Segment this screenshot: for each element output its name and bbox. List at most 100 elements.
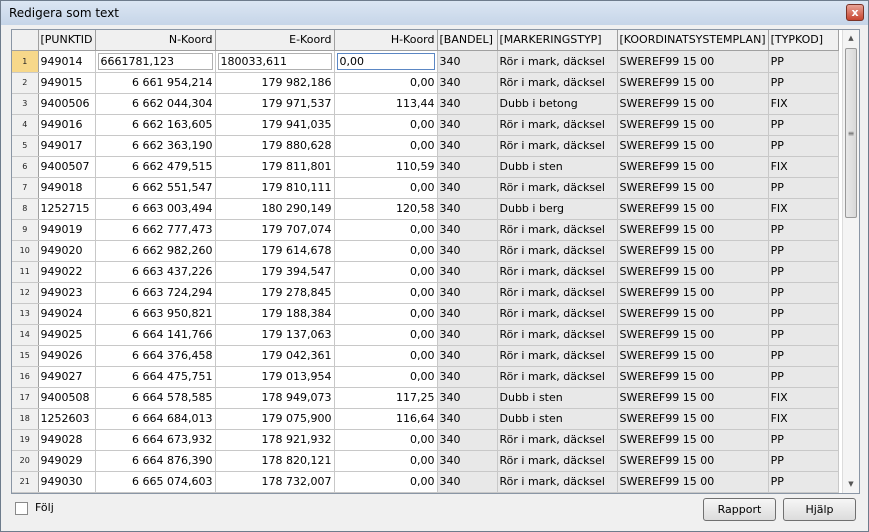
- cell-e-koord[interactable]: 180033,611: [215, 50, 335, 73]
- table-row[interactable]: 14 949025 6 664 141,766 179 137,063 0,00 340 R…: [12, 324, 839, 346]
- cell-punktid[interactable]: 949016: [38, 114, 96, 136]
- cell-h-koord[interactable]: 0,00: [334, 135, 438, 157]
- cell-typkod[interactable]: PP: [768, 219, 839, 241]
- row-number[interactable]: 11: [12, 261, 39, 283]
- cell-bandel[interactable]: 340: [437, 450, 498, 472]
- row-number[interactable]: 2: [12, 72, 39, 94]
- cell-markeringstyp[interactable]: Rör i mark, däcksel: [497, 72, 618, 94]
- cell-punktid[interactable]: 1252715: [38, 198, 96, 220]
- cell-n-koord[interactable]: 6 662 982,260: [95, 240, 216, 262]
- cell-markeringstyp[interactable]: Rör i mark, däcksel: [497, 471, 618, 493]
- cell-e-koord[interactable]: 180 290,149: [215, 198, 335, 220]
- cell-typkod[interactable]: FIX: [768, 387, 839, 409]
- cell-punktid[interactable]: 949022: [38, 261, 96, 283]
- table-row[interactable]: 18 1252603 6 664 684,013 179 075,900 116,64 3…: [12, 408, 839, 430]
- cell-h-koord[interactable]: 116,64: [334, 408, 438, 430]
- cell-markeringstyp[interactable]: Dubb i berg: [497, 198, 618, 220]
- cell-n-koord[interactable]: 6 662 777,473: [95, 219, 216, 241]
- cell-e-koord[interactable]: 179 013,954: [215, 366, 335, 388]
- table-row[interactable]: 13 949024 6 663 950,821 179 188,384 0,00 340 R…: [12, 303, 839, 325]
- cell-koordinatsystem[interactable]: SWEREF99 15 00: [617, 261, 769, 283]
- cell-n-koord[interactable]: 6 662 163,605: [95, 114, 216, 136]
- cell-punktid[interactable]: 9400507: [38, 156, 96, 178]
- cell-typkod[interactable]: PP: [768, 135, 839, 157]
- cell-koordinatsystem[interactable]: SWEREF99 15 00: [617, 135, 769, 157]
- row-number[interactable]: 9: [12, 219, 39, 241]
- table-row[interactable]: 7 949018 6 662 551,547 179 810,111 0,00 340 Rö…: [12, 177, 839, 199]
- cell-bandel[interactable]: 340: [437, 471, 498, 493]
- cell-markeringstyp[interactable]: Rör i mark, däcksel: [497, 114, 618, 136]
- cell-h-koord[interactable]: 0,00: [334, 345, 438, 367]
- row-number[interactable]: 12: [12, 282, 39, 304]
- cell-bandel[interactable]: 340: [437, 177, 498, 199]
- table-row[interactable]: 16 949027 6 664 475,751 179 013,954 0,00 340 R…: [12, 366, 839, 388]
- table-row[interactable]: 6 9400507 6 662 479,515 179 811,801 110,59 34…: [12, 156, 839, 178]
- cell-typkod[interactable]: PP: [768, 303, 839, 325]
- cell-n-koord[interactable]: 6 663 003,494: [95, 198, 216, 220]
- cell-markeringstyp[interactable]: Rör i mark, däcksel: [497, 324, 618, 346]
- cell-punktid[interactable]: 949029: [38, 450, 96, 472]
- cell-bandel[interactable]: 340: [437, 429, 498, 451]
- cell-bandel[interactable]: 340: [437, 135, 498, 157]
- row-number[interactable]: 5: [12, 135, 39, 157]
- cell-markeringstyp[interactable]: Rör i mark, däcksel: [497, 366, 618, 388]
- cell-bandel[interactable]: 340: [437, 156, 498, 178]
- cell-n-koord[interactable]: 6 665 074,603: [95, 471, 216, 493]
- table-row[interactable]: 10 949020 6 662 982,260 179 614,678 0,00 340 R…: [12, 240, 839, 262]
- cell-koordinatsystem[interactable]: SWEREF99 15 00: [617, 429, 769, 451]
- row-number[interactable]: 14: [12, 324, 39, 346]
- cell-markeringstyp[interactable]: Rör i mark, däcksel: [497, 219, 618, 241]
- cell-typkod[interactable]: PP: [768, 282, 839, 304]
- cell-punktid[interactable]: 949030: [38, 471, 96, 493]
- row-number[interactable]: 21: [12, 471, 39, 493]
- cell-typkod[interactable]: PP: [768, 50, 839, 73]
- cell-n-koord[interactable]: 6 662 363,190: [95, 135, 216, 157]
- table-row[interactable]: 20 949029 6 664 876,390 178 820,121 0,00 340 R…: [12, 450, 839, 472]
- cell-typkod[interactable]: PP: [768, 177, 839, 199]
- scroll-up-arrow-icon[interactable]: ▲: [843, 30, 859, 47]
- cell-punktid[interactable]: 949015: [38, 72, 96, 94]
- column-header-typkod[interactable]: [TYPKOD]: [768, 30, 839, 51]
- cell-h-koord[interactable]: 0,00: [334, 471, 438, 493]
- table-row[interactable]: 19 949028 6 664 673,932 178 921,932 0,00 340 R…: [12, 429, 839, 451]
- cell-e-koord[interactable]: 179 810,111: [215, 177, 335, 199]
- cell-bandel[interactable]: 340: [437, 366, 498, 388]
- help-button[interactable]: Hjälp: [783, 498, 856, 521]
- cell-e-koord[interactable]: 179 880,628: [215, 135, 335, 157]
- table-row[interactable]: 21 949030 6 665 074,603 178 732,007 0,00 340 R…: [12, 471, 839, 493]
- cell-typkod[interactable]: PP: [768, 429, 839, 451]
- follow-checkbox[interactable]: [15, 502, 28, 515]
- cell-h-koord[interactable]: 113,44: [334, 93, 438, 115]
- column-header-punktid[interactable]: [PUNKTID: [38, 30, 96, 51]
- cell-punktid[interactable]: 949014: [38, 50, 96, 73]
- row-number[interactable]: 20: [12, 450, 39, 472]
- cell-markeringstyp[interactable]: Dubb i sten: [497, 387, 618, 409]
- table-row[interactable]: 15 949026 6 664 376,458 179 042,361 0,00 340 R…: [12, 345, 839, 367]
- column-header-koordinatsystem[interactable]: [KOORDINATSYSTEMPLAN]: [617, 30, 769, 51]
- cell-bandel[interactable]: 340: [437, 345, 498, 367]
- corner-cell[interactable]: [12, 30, 39, 51]
- vertical-scrollbar[interactable]: ▲ ≡ ▼: [842, 30, 859, 493]
- row-number[interactable]: 7: [12, 177, 39, 199]
- cell-markeringstyp[interactable]: Rör i mark, däcksel: [497, 261, 618, 283]
- row-number[interactable]: 16: [12, 366, 39, 388]
- cell-punktid[interactable]: 1252603: [38, 408, 96, 430]
- report-button[interactable]: Rapport: [703, 498, 776, 521]
- cell-markeringstyp[interactable]: Rör i mark, däcksel: [497, 240, 618, 262]
- row-number[interactable]: 6: [12, 156, 39, 178]
- cell-punktid[interactable]: 949018: [38, 177, 96, 199]
- cell-h-koord[interactable]: 0,00: [334, 177, 438, 199]
- cell-n-koord[interactable]: 6 662 479,515: [95, 156, 216, 178]
- cell-e-koord[interactable]: 179 278,845: [215, 282, 335, 304]
- cell-h-koord[interactable]: 0,00: [334, 324, 438, 346]
- cell-punktid[interactable]: 9400506: [38, 93, 96, 115]
- cell-e-koord[interactable]: 179 971,537: [215, 93, 335, 115]
- cell-h-koord[interactable]: 0,00: [334, 72, 438, 94]
- cell-editor-h-koord[interactable]: 0,00: [336, 52, 435, 70]
- scroll-down-arrow-icon[interactable]: ▼: [843, 476, 859, 493]
- close-icon[interactable]: x: [846, 4, 864, 21]
- cell-typkod[interactable]: PP: [768, 366, 839, 388]
- cell-koordinatsystem[interactable]: SWEREF99 15 00: [617, 114, 769, 136]
- cell-punktid[interactable]: 949023: [38, 282, 96, 304]
- cell-punktid[interactable]: 949020: [38, 240, 96, 262]
